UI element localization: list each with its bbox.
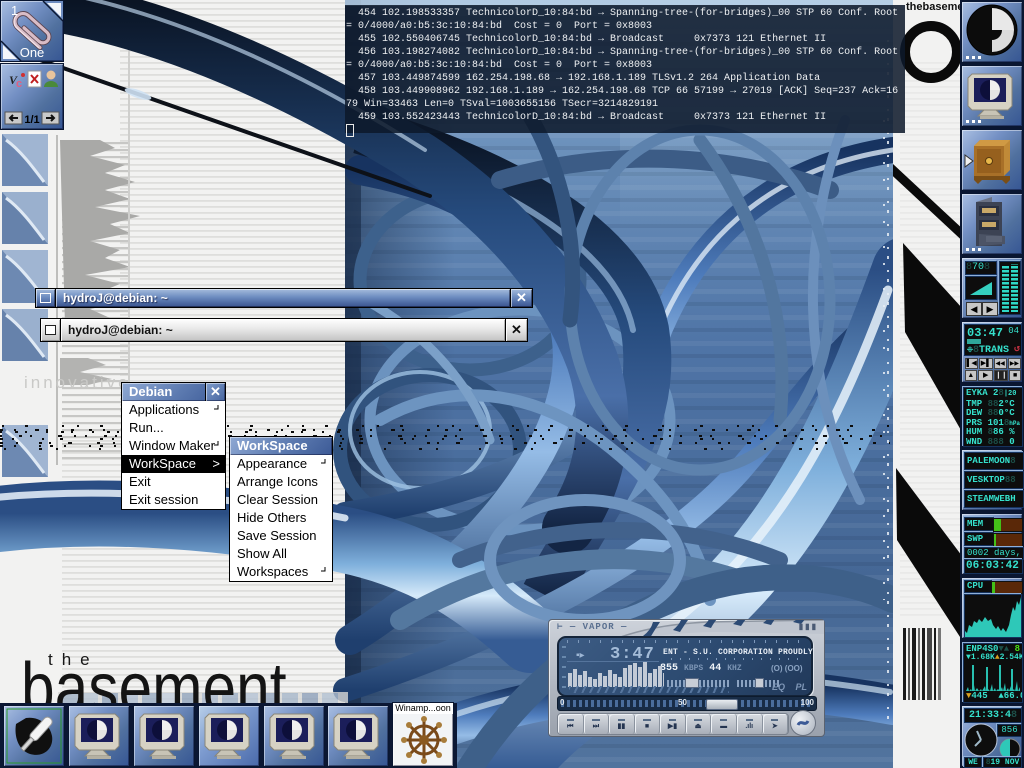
svg-text:1: 1 <box>11 3 18 18</box>
svg-text:c: c <box>16 78 22 90</box>
svg-text:1/1: 1/1 <box>24 114 39 126</box>
svg-text:One: One <box>20 45 45 60</box>
